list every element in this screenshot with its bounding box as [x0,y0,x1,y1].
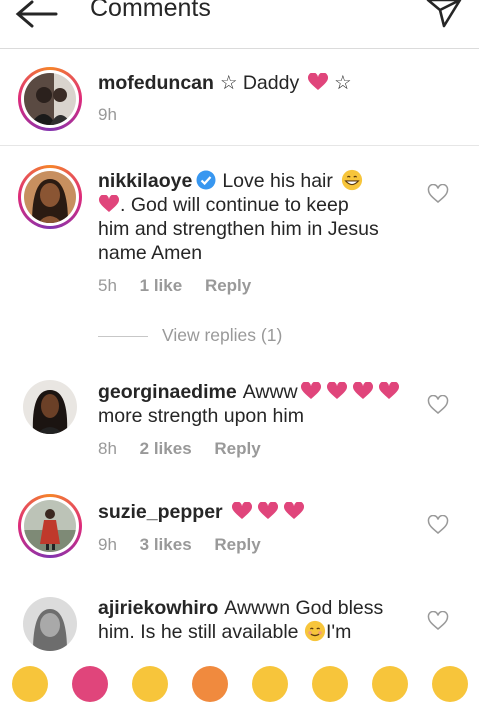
username[interactable]: ajiriekowhiro [98,597,218,619]
like-heart-icon[interactable] [427,184,449,204]
pink-hearts-emoji-icon [300,382,399,399]
avatar[interactable] [23,380,77,434]
view-replies-button[interactable]: View replies (1) [98,325,282,346]
like-count[interactable]: 3 likes [140,535,192,555]
username[interactable]: georginaedime [98,381,237,403]
comment-text: ajiriekowhiro Awwwn God bless him. Is he … [98,596,408,644]
emoji-button[interactable] [252,666,288,702]
page-title: Comments [90,0,211,22]
star-end: ☆ [334,72,352,94]
emoji-button[interactable] [192,666,228,702]
like-count[interactable]: 1 like [140,276,183,296]
avatar[interactable] [23,597,77,651]
timestamp: 5h [98,276,117,295]
caption: mofeduncan ☆ Daddy ☆ 9h [0,49,479,146]
comment-meta: 8h 2 likes Reply [98,439,279,459]
comment-body-2: . God will continue to keep [120,194,349,216]
smiling-face-emoji-icon [304,620,326,642]
comment-body: Awww [242,381,298,403]
direct-send-icon[interactable] [424,0,464,30]
header: Comments [0,0,479,49]
comment-text: nikkilaoye Love his hair . God will conti… [98,169,408,265]
comment-text: suzie_pepper [98,500,408,524]
avatar-ring[interactable] [18,165,82,229]
caption-body: ☆ Daddy [219,72,300,94]
verified-badge-icon [196,170,216,190]
like-heart-icon[interactable] [427,515,449,535]
grinning-face-emoji-icon [342,169,363,191]
like-heart-icon[interactable] [427,611,449,631]
reply-button[interactable]: Reply [214,439,260,459]
emoji-button[interactable] [432,666,468,702]
timestamp: 9h [98,105,117,124]
reply-button[interactable]: Reply [214,535,260,555]
emoji-button[interactable] [372,666,408,702]
avatar [24,73,76,125]
comment-body-3: him and strengthen him in Jesus [98,218,379,240]
username[interactable]: mofeduncan [98,72,214,94]
back-arrow-icon[interactable] [12,0,60,30]
emoji-button[interactable] [12,666,48,702]
comment-body-2: more strength upon him [98,405,304,427]
comment-meta: 5h 1 like Reply [98,276,269,296]
comment-body-4: name Amen [98,242,203,264]
view-replies-label: View replies (1) [162,325,283,345]
emoji-quick-bar [0,660,479,702]
pink-hearts-emoji-icon [231,502,304,519]
divider [98,335,148,337]
avatar [24,500,76,552]
comment-meta: 9h 3 likes Reply [98,535,279,555]
username[interactable]: nikkilaoye [98,170,192,192]
avatar-ring[interactable] [18,494,82,558]
timestamp: 8h [98,439,117,458]
comment-body: Awwwn God bless [224,597,384,619]
avatar-ring[interactable] [18,67,82,131]
comment-text: georginaedime Awww more strength upon him [98,380,408,428]
timestamp: 9h [98,535,117,554]
comment-body-2: him. Is he still available [98,621,299,643]
like-count[interactable]: 2 likes [140,439,192,459]
pink-heart-emoji-icon [98,195,120,212]
pink-heart-emoji-icon [307,73,328,90]
comment-body: Love his hair [222,170,333,192]
like-heart-icon[interactable] [427,395,449,415]
emoji-button[interactable] [132,666,168,702]
username[interactable]: suzie_pepper [98,501,223,523]
avatar [24,171,76,223]
emoji-button[interactable] [72,666,108,702]
caption-text: mofeduncan ☆ Daddy ☆ [98,71,408,95]
emoji-button[interactable] [312,666,348,702]
comment-body-3: I'm [325,621,352,643]
reply-button[interactable]: Reply [205,276,251,296]
caption-meta: 9h [98,105,135,125]
